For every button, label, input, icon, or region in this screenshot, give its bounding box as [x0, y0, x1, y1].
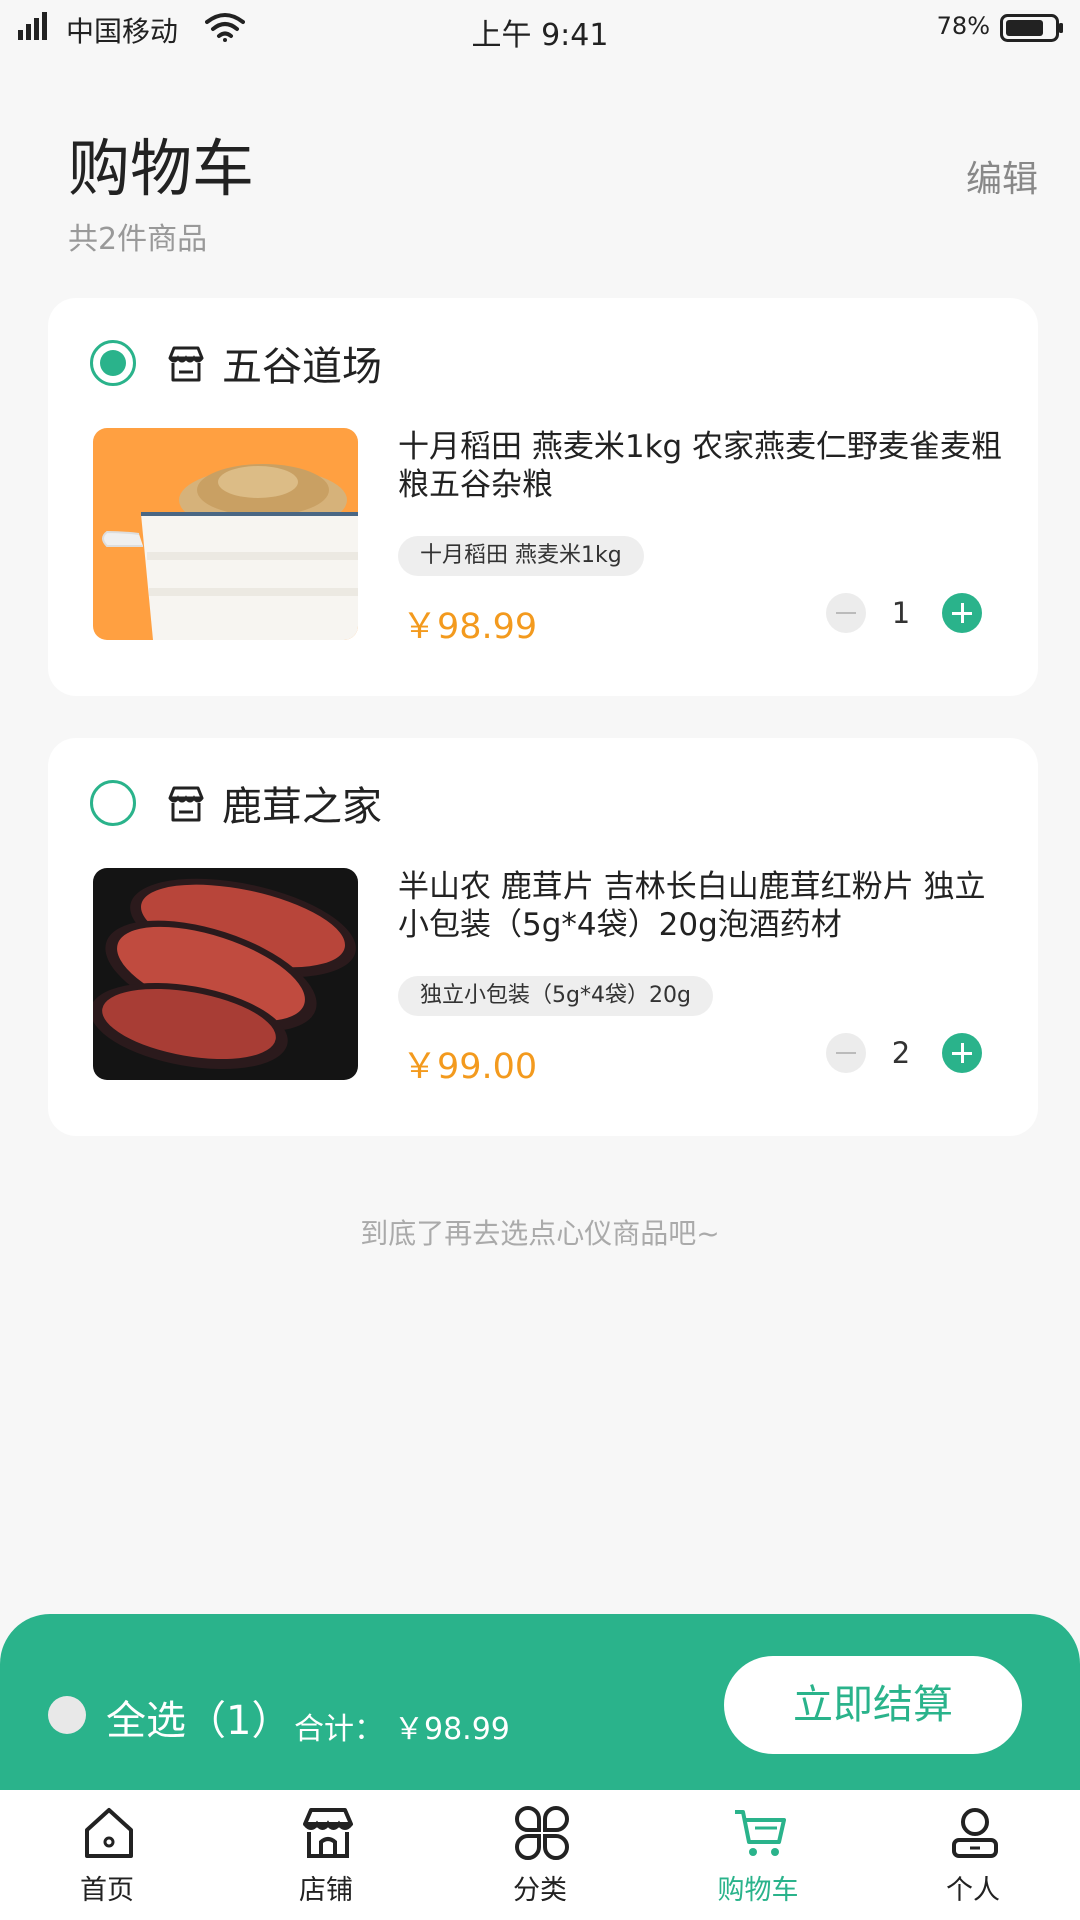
- checkout-button[interactable]: 立即结算: [724, 1656, 1022, 1754]
- store-icon: [303, 1808, 353, 1858]
- tab-bar: 首页 店铺 分类 购物车 个人: [0, 1790, 1080, 1920]
- select-all-radio[interactable]: [48, 1696, 86, 1734]
- status-bar: 中国移动 上午 9:41 78%: [0, 0, 1080, 56]
- store-card: 五谷道场 十月稻田 燕麦米1kg 农家燕麦仁野麦雀麦粗粮五谷杂粮 十月稻田 燕麦…: [48, 298, 1038, 696]
- total-label: 合计：: [294, 1712, 384, 1747]
- product-title[interactable]: 十月稻田 燕麦米1kg 农家燕麦仁野麦雀麦粗粮五谷杂粮: [398, 428, 1008, 504]
- increase-quantity-button[interactable]: [942, 1033, 982, 1073]
- product-price: ￥98.99: [402, 607, 538, 647]
- decrease-quantity-button[interactable]: [826, 593, 866, 633]
- tab-store[interactable]: 店铺: [256, 1790, 396, 1920]
- checkout-bar: 全选（1） 合计： ￥98.99 立即结算: [0, 1614, 1080, 1800]
- item-count: 共2件商品: [68, 222, 208, 257]
- tab-label: 分类: [513, 1875, 567, 1906]
- product-image-oat-rice[interactable]: [93, 428, 358, 640]
- tab-home[interactable]: 首页: [37, 1790, 177, 1920]
- spec-tag[interactable]: 独立小包装（5g*4袋）20g: [398, 976, 713, 1016]
- category-icon: [515, 1806, 569, 1860]
- decrease-quantity-button[interactable]: [826, 1033, 866, 1073]
- store-select-radio[interactable]: [90, 780, 136, 826]
- product-price: ￥99.00: [402, 1047, 538, 1087]
- tab-profile[interactable]: 个人: [903, 1790, 1043, 1920]
- quantity-value: 2: [891, 1036, 911, 1070]
- radio-checked-dot: [100, 350, 126, 376]
- tab-cart[interactable]: 购物车: [688, 1790, 828, 1920]
- user-icon: [952, 1808, 998, 1858]
- quantity-value: 1: [891, 596, 911, 630]
- battery-icon: [1000, 14, 1063, 42]
- tab-label: 购物车: [717, 1875, 799, 1906]
- spec-tag[interactable]: 十月稻田 燕麦米1kg: [398, 536, 644, 576]
- status-time: 上午 9:41: [471, 18, 609, 53]
- product-title[interactable]: 半山农 鹿茸片 吉林长白山鹿茸红粉片 独立小包装（5g*4袋）20g泡酒药材: [398, 868, 1008, 944]
- store-select-radio[interactable]: [90, 340, 136, 386]
- end-of-list-note: 到底了再去选点心仪商品吧~: [360, 1217, 720, 1250]
- edit-button[interactable]: 编辑: [966, 150, 1038, 202]
- total-amount: ￥98.99: [394, 1712, 510, 1747]
- tab-label: 店铺: [299, 1875, 353, 1906]
- store-card: 鹿茸之家 半山农 鹿茸片 吉林长白山鹿茸红粉片 独立小包装（5g*4袋）20g泡…: [48, 738, 1038, 1136]
- store-name[interactable]: 鹿茸之家: [222, 774, 382, 832]
- cart-icon: [735, 1810, 786, 1856]
- battery-percent: 78%: [936, 12, 990, 40]
- shop-icon: [168, 786, 204, 822]
- increase-quantity-button[interactable]: [942, 593, 982, 633]
- tab-label: 个人: [946, 1875, 1000, 1906]
- product-image-antler-slices[interactable]: [93, 868, 358, 1080]
- page-title: 购物车: [68, 132, 255, 205]
- store-name[interactable]: 五谷道场: [222, 334, 382, 392]
- home-icon: [85, 1808, 133, 1858]
- tab-label: 首页: [80, 1875, 134, 1906]
- select-all-label[interactable]: 全选（1）: [106, 1688, 291, 1746]
- tab-category[interactable]: 分类: [470, 1790, 610, 1920]
- shop-icon: [168, 346, 204, 382]
